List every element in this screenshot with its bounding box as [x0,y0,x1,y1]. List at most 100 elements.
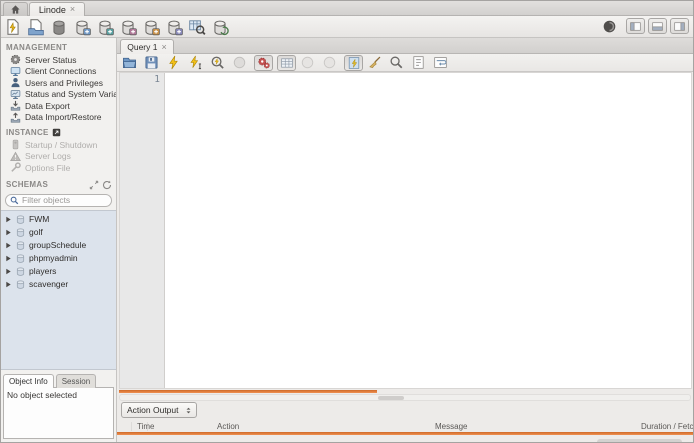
sidebar-item-data-import[interactable]: Data Import/Restore [1,112,116,124]
save-script-icon[interactable] [144,55,159,70]
close-icon[interactable]: × [161,42,166,52]
expander-icon[interactable] [5,216,12,223]
beautify-script-icon[interactable] [367,55,382,70]
execute-current-icon[interactable] [188,55,203,70]
word-wrap-icon[interactable] [433,55,448,70]
stop-query-icon [232,55,247,70]
expander-icon[interactable] [5,255,12,262]
client-connections-icon [10,66,21,77]
schema-label: FWM [29,214,50,224]
open-script-icon[interactable] [27,18,45,36]
server-logs-icon [10,151,21,162]
instance-badge-icon [52,128,61,137]
search-table-data-icon[interactable] [188,18,206,36]
sidebar-item-options-file[interactable]: Options File [1,162,116,174]
explain-query-icon[interactable] [210,55,225,70]
line-number: 1 [154,74,160,85]
sidebar-item-label: Startup / Shutdown [25,139,98,150]
expander-icon[interactable] [5,229,12,236]
column-message[interactable]: Message [435,422,467,431]
collapse-all-icon[interactable] [89,180,99,190]
refresh-schemas-icon[interactable] [102,180,112,190]
object-info-message: No object selected [7,389,77,400]
toggle-bottom-panel-button[interactable] [648,18,667,34]
users-privileges-icon [10,77,21,88]
close-icon[interactable]: × [70,5,75,14]
sidebar: MANAGEMENT Server Status Client Connecti… [1,38,117,442]
schema-item-players[interactable]: players [1,265,116,278]
limit-rows-toggle[interactable] [277,54,296,71]
commit-icon [300,55,315,70]
connection-tab-linode[interactable]: Linode × [29,2,85,16]
schema-db-icon [15,266,26,277]
stop-on-error-toggle[interactable] [254,54,273,71]
schema-item-fwm[interactable]: FWM [1,213,116,226]
panel-bottom-icon [651,21,664,32]
sidebar-item-label: Server Status [25,54,77,65]
sidebar-item-users-privileges[interactable]: Users and Privileges [1,77,116,89]
action-output-label: Action Output [127,405,179,415]
query-tab-1[interactable]: Query 1 × [120,39,174,54]
column-time[interactable]: Time [137,422,154,431]
sidebar-item-startup-shutdown[interactable]: Startup / Shutdown [1,139,116,151]
schema-item-golf[interactable]: golf [1,226,116,239]
schema-filter-box [5,193,112,207]
editor-splitter-highlight[interactable] [119,390,377,393]
sidebar-item-status-variables[interactable]: Status and System Variables [1,89,116,101]
schema-item-scavenger[interactable]: scavenger [1,278,116,291]
create-routine-icon[interactable] [165,18,183,36]
expander-icon[interactable] [5,268,12,275]
invisible-characters-icon[interactable] [411,55,426,70]
schema-tree: FWM golf groupSchedule phpmyadmin player [1,209,116,370]
schema-item-groupschedule[interactable]: groupSchedule [1,239,116,252]
tab-object-info[interactable]: Object Info [3,373,54,388]
column-action[interactable]: Action [217,422,239,431]
column-duration[interactable]: Duration / Fetch [641,422,693,431]
tab-session[interactable]: Session [55,373,97,388]
new-query-tab-icon[interactable] [4,18,22,36]
schema-label: groupSchedule [29,240,87,250]
scrollbar-thumb[interactable] [378,396,404,400]
object-info-panel: No object selected [3,386,114,439]
mysql-workbench-window: Linode × MANAGEMENT Server Status Client… [0,0,694,443]
schema-label: phpmyadmin [29,253,78,263]
status-variables-icon [10,89,21,100]
main-area: Query 1 × 1 Action Output Time Action Me… [117,38,693,442]
expander-icon[interactable] [5,242,12,249]
startup-shutdown-icon [10,139,21,150]
schema-filter-input[interactable] [22,195,102,205]
schemas-section-title: SCHEMAS [6,180,49,189]
schema-item-phpmyadmin[interactable]: phpmyadmin [1,252,116,265]
create-procedure-icon[interactable] [119,18,137,36]
instance-section-title: INSTANCE [1,123,116,139]
data-import-icon [10,112,21,123]
home-tab[interactable] [3,2,28,16]
sidebar-item-server-logs[interactable]: Server Logs [1,151,116,163]
create-function-icon[interactable] [142,18,160,36]
stop-on-error-icon [257,56,271,70]
output-splitter-highlight[interactable] [117,432,693,435]
editor-hscrollbar[interactable] [119,394,691,401]
output-scrollbar-thumb[interactable] [597,439,682,442]
create-table-icon[interactable] [73,18,91,36]
sidebar-item-client-connections[interactable]: Client Connections [1,66,116,78]
expander-icon[interactable] [5,281,12,288]
sidebar-item-data-export[interactable]: Data Export [1,100,116,112]
toggle-right-sidebar-button[interactable] [670,18,689,34]
schema-label: players [29,266,57,276]
execute-query-icon[interactable] [166,55,181,70]
sql-editor[interactable]: 1 [119,72,692,389]
toggle-left-sidebar-button[interactable] [626,18,645,34]
autocommit-toggle[interactable] [344,54,363,71]
reconnect-dbms-icon[interactable] [211,18,229,36]
open-sql-file-icon[interactable] [122,55,137,70]
action-output-selector[interactable]: Action Output [121,402,197,418]
find-icon[interactable] [389,55,404,70]
line-number-gutter: 1 [120,73,165,388]
sidebar-item-server-status[interactable]: Server Status [1,54,116,66]
combo-arrows-icon [184,405,193,416]
create-schema-icon[interactable] [50,18,68,36]
sql-editor-toolbar [117,54,693,72]
create-view-icon[interactable] [96,18,114,36]
data-export-icon [10,100,21,111]
